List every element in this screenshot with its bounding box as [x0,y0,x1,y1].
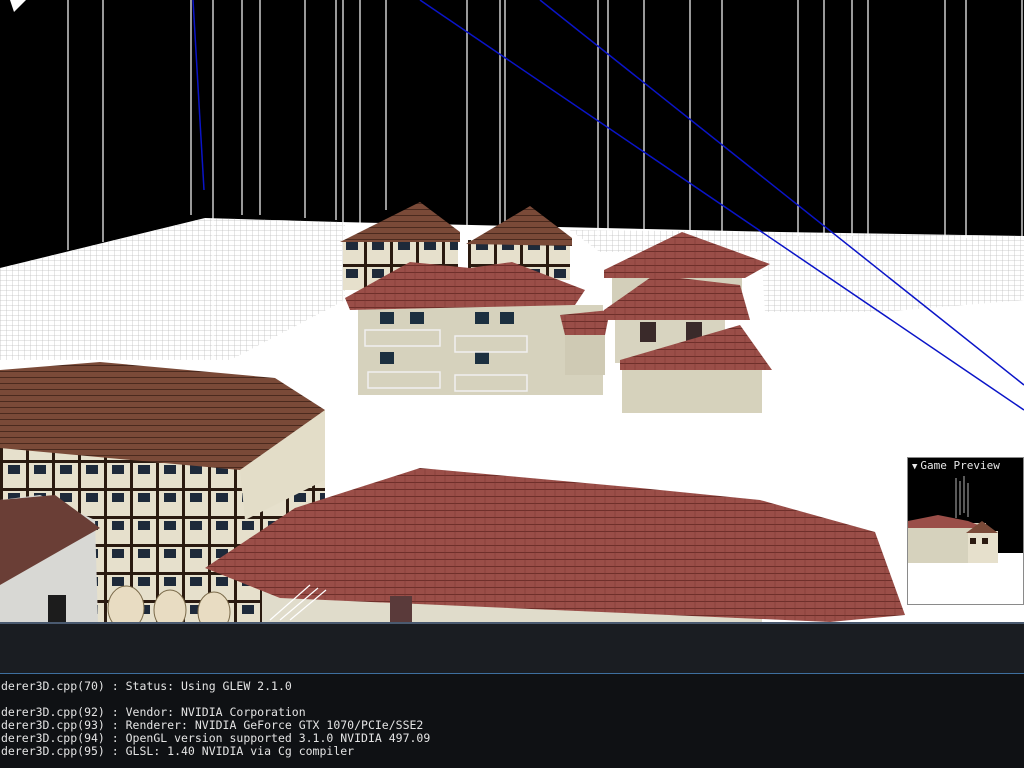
grid-right [760,232,1024,312]
game-preview-title: Game Preview [920,459,1000,472]
cursor-arrow-icon [10,0,26,12]
log-line: derer3D.cpp(70) : Status: Using GLEW 2.1… [1,679,292,693]
log-line: derer3D.cpp(95) : GLSL: 1.40 NVIDIA via … [1,744,355,758]
console-toolbar [0,624,1024,674]
game-preview-window[interactable]: ▼ Game Preview [907,457,1024,605]
scene-render [0,0,1024,622]
game-preview-render [908,473,1023,604]
scene-viewport[interactable]: ▼ Game Preview [0,0,1024,622]
game-preview-titlebar[interactable]: ▼ Game Preview [908,458,1023,473]
collapse-triangle-icon[interactable]: ▼ [912,462,917,472]
console-output[interactable]: derer3D.cpp(70) : Status: Using GLEW 2.1… [0,674,1024,768]
